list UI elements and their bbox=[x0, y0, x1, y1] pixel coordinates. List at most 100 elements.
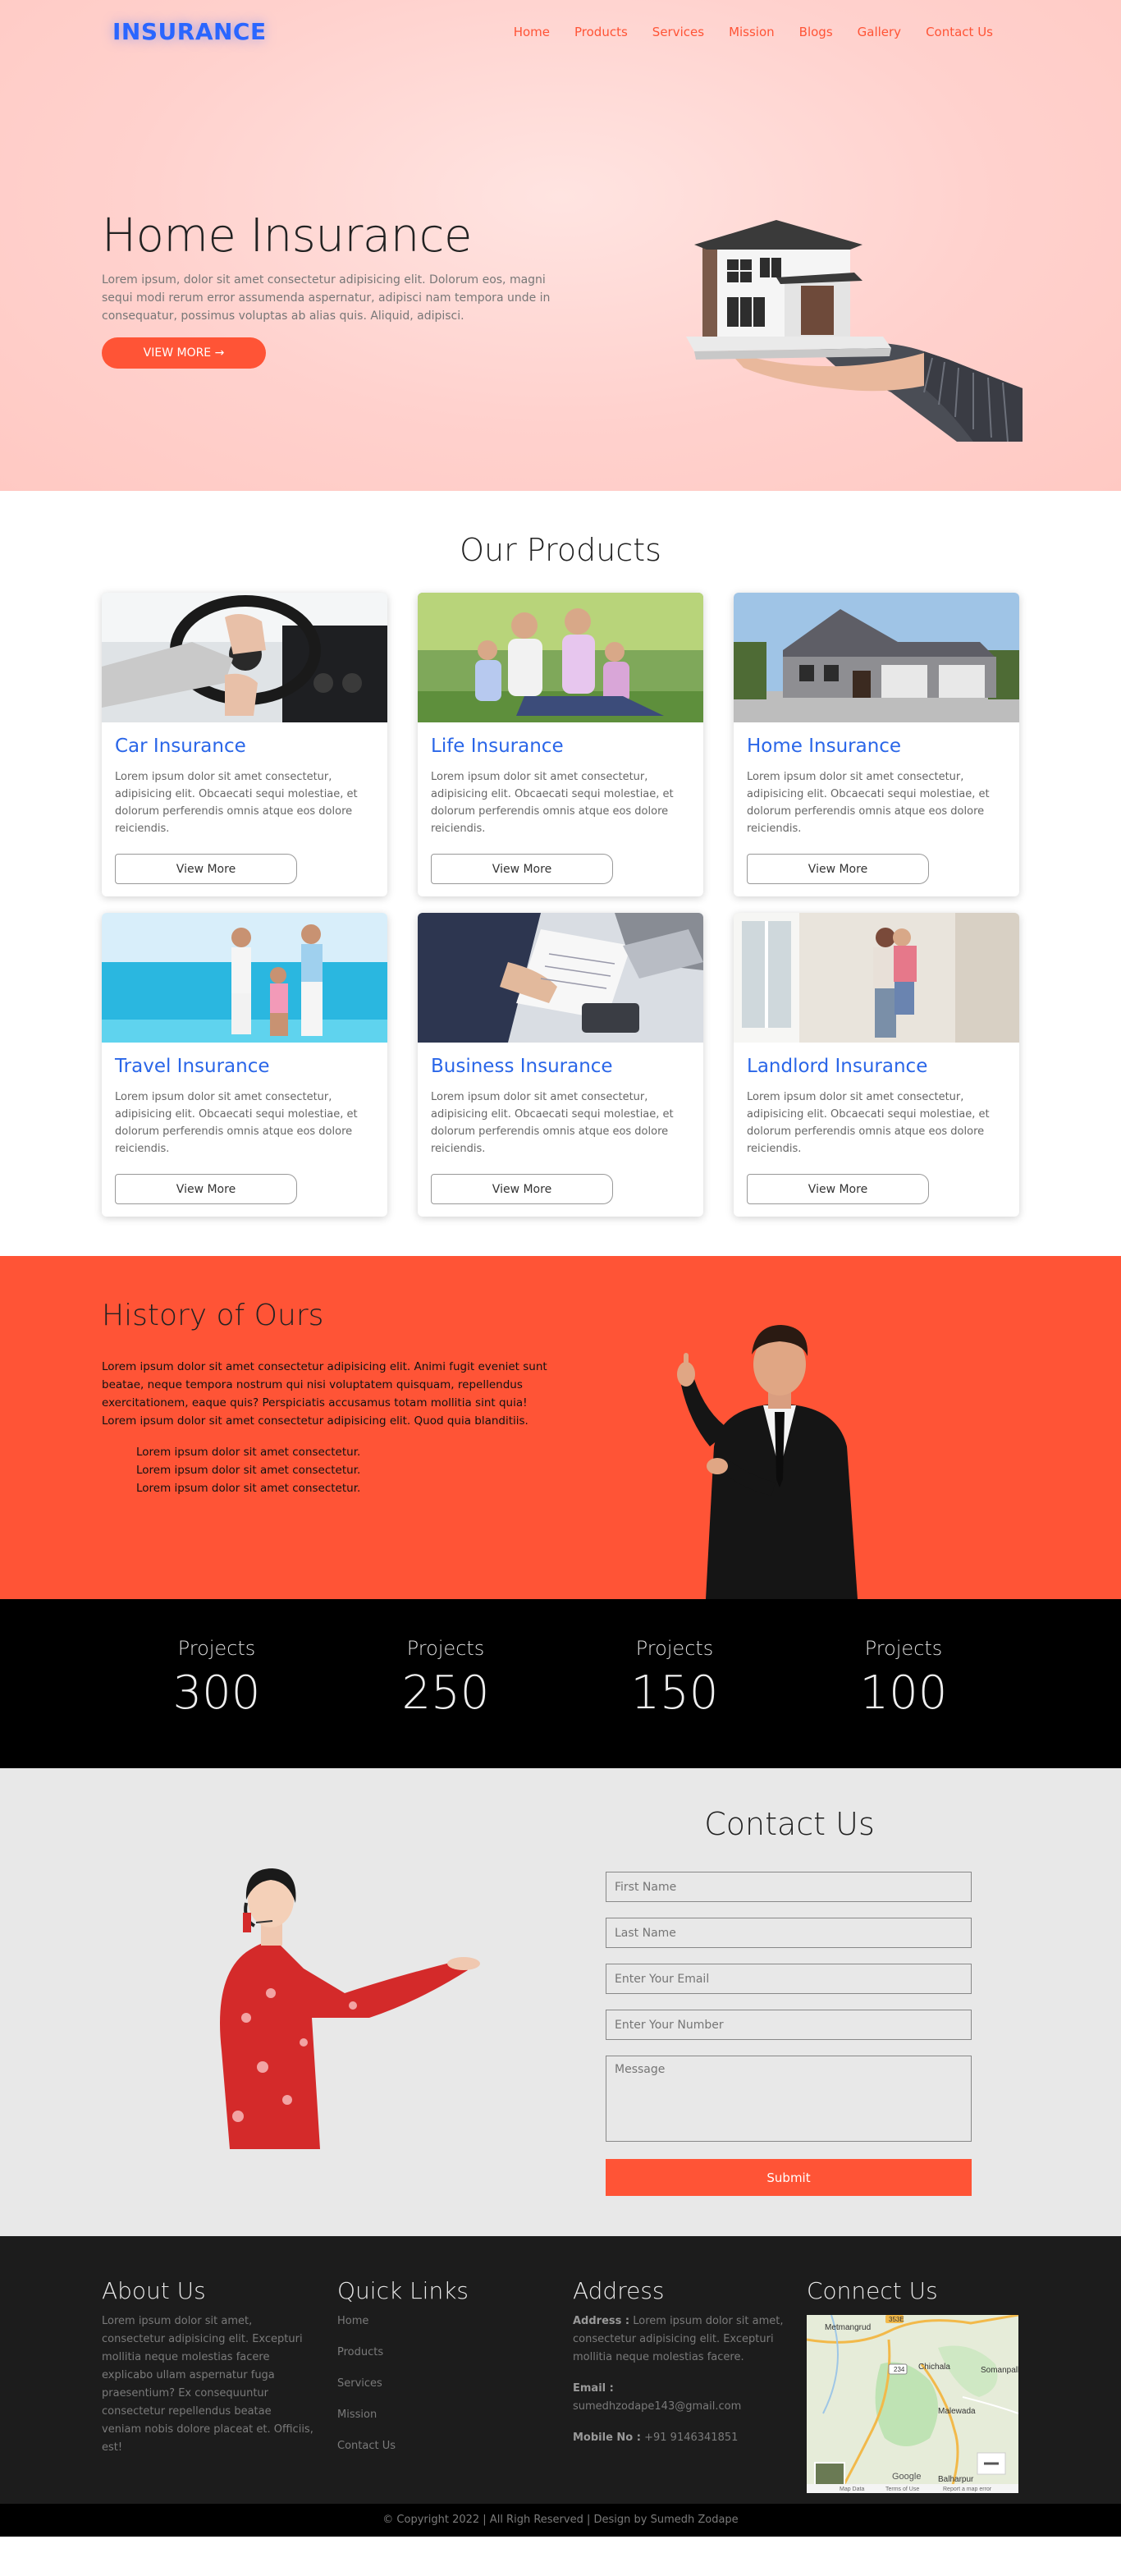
address-title: Address bbox=[573, 2277, 665, 2304]
nav-blogs[interactable]: Blogs bbox=[799, 25, 833, 39]
first-name-field[interactable] bbox=[606, 1872, 972, 1902]
map-terms-link: Terms of Use bbox=[885, 2487, 919, 2492]
car-insurance-image bbox=[102, 593, 387, 722]
house-in-hand-image bbox=[686, 220, 1023, 442]
address-label: Address : bbox=[573, 2315, 630, 2327]
footer-about: About Us Lorem ipsum dolor sit amet, con… bbox=[102, 2277, 313, 2455]
view-more-button[interactable]: View More bbox=[115, 854, 297, 884]
card-text: Lorem ipsum dolor sit amet consectetur, … bbox=[431, 1091, 674, 1155]
about-text: Lorem ipsum dolor sit amet, consectetur … bbox=[102, 2315, 313, 2454]
footer-link-home[interactable]: Home bbox=[337, 2306, 551, 2337]
address-text: Address : Lorem ipsum dolor sit amet, co… bbox=[573, 2312, 785, 2367]
navbar: INSURANCE Home Products Services Mission… bbox=[0, 0, 1121, 64]
mobile-value: +91 9146341851 bbox=[644, 2432, 739, 2444]
card-text: Lorem ipsum dolor sit amet consectetur, … bbox=[115, 771, 358, 835]
footer-link-services[interactable]: Services bbox=[337, 2368, 551, 2400]
travel-insurance-image bbox=[102, 913, 387, 1043]
product-card-landlord: Landlord Insurance Lorem ipsum dolor sit… bbox=[734, 913, 1019, 1217]
footer-connect: Connect Us bbox=[807, 2277, 1020, 2312]
card-title: Life Insurance bbox=[431, 736, 564, 757]
list-item: Lorem ipsum dolor sit amet consectetur. bbox=[136, 1446, 361, 1459]
footer-link-products[interactable]: Products bbox=[337, 2337, 551, 2368]
landlord-insurance-image bbox=[734, 913, 1019, 1043]
card-text: Lorem ipsum dolor sit amet consectetur, … bbox=[747, 1091, 990, 1155]
map-google-logo: Google bbox=[892, 2472, 921, 2482]
hero-section: INSURANCE Home Products Services Mission… bbox=[0, 0, 1121, 491]
history-title: History of Ours bbox=[102, 1299, 324, 1332]
mobile-label: Mobile No : bbox=[573, 2432, 641, 2444]
location-map[interactable]: 234 353E Metmangrud Chichala Somanpalli … bbox=[807, 2315, 1018, 2493]
view-more-button[interactable]: View More bbox=[115, 1174, 297, 1204]
footer-link-contact-us[interactable]: Contact Us bbox=[337, 2431, 551, 2462]
view-more-button[interactable]: View More bbox=[747, 1174, 929, 1204]
card-title: Business Insurance bbox=[431, 1056, 613, 1077]
footer-address: Address Address : Lorem ipsum dolor sit … bbox=[573, 2277, 785, 2447]
product-card-travel: Travel Insurance Lorem ipsum dolor sit a… bbox=[102, 913, 387, 1217]
mobile-row: Mobile No : +91 9146341851 bbox=[573, 2429, 785, 2447]
product-card-business: Business Insurance Lorem ipsum dolor sit… bbox=[418, 913, 703, 1217]
nav-home[interactable]: Home bbox=[514, 25, 550, 39]
nav-gallery[interactable]: Gallery bbox=[858, 25, 901, 39]
stat-label: Projects bbox=[635, 1637, 714, 1660]
svg-text:353E: 353E bbox=[889, 2316, 904, 2323]
copyright-bar: © Copyright 2022 | All Righ Reserved | D… bbox=[0, 2504, 1121, 2537]
card-title: Landlord Insurance bbox=[747, 1056, 928, 1077]
map-label-chichala: Chichala bbox=[918, 2363, 950, 2372]
last-name-field[interactable] bbox=[606, 1918, 972, 1948]
stat-item: Projects 250 bbox=[364, 1637, 528, 1720]
stats-section: Projects 300 Projects 250 Projects 150 P… bbox=[0, 1599, 1121, 1768]
nav-services[interactable]: Services bbox=[652, 25, 704, 39]
card-text: Lorem ipsum dolor sit amet consectetur, … bbox=[747, 771, 990, 835]
hero-title: Home Insurance bbox=[102, 209, 472, 263]
list-item: Lorem ipsum dolor sit amet consectetur. bbox=[136, 1482, 361, 1495]
hero-text: Lorem ipsum, dolor sit amet consectetur … bbox=[102, 273, 551, 323]
map-label-malewada: Malewada bbox=[938, 2407, 976, 2416]
view-more-button[interactable]: View More bbox=[747, 854, 929, 884]
connect-title: Connect Us bbox=[807, 2277, 938, 2304]
stat-value: 300 bbox=[172, 1666, 261, 1720]
map-label-metmangrud: Metmangrud bbox=[825, 2323, 871, 2332]
stat-item: Projects 300 bbox=[135, 1637, 299, 1720]
phone-field[interactable] bbox=[606, 2010, 972, 2040]
nav-mission[interactable]: Mission bbox=[729, 25, 775, 39]
product-card-life: Life Insurance Lorem ipsum dolor sit ame… bbox=[418, 593, 703, 896]
view-more-button[interactable]: VIEW MORE → bbox=[102, 337, 266, 369]
businessman-image bbox=[677, 1325, 858, 1599]
view-more-button[interactable]: View More bbox=[431, 1174, 613, 1204]
svg-text:234: 234 bbox=[894, 2366, 905, 2373]
map-label-somanpalli: Somanpalli bbox=[981, 2366, 1018, 2375]
card-title: Home Insurance bbox=[747, 736, 902, 757]
quick-links-list: Home Products Services Mission Contact U… bbox=[337, 2306, 551, 2462]
support-agent-image bbox=[220, 1868, 480, 2149]
map-data-link: Map Data bbox=[840, 2487, 864, 2492]
email-field[interactable] bbox=[606, 1964, 972, 1994]
card-title: Car Insurance bbox=[115, 736, 246, 757]
stat-value: 100 bbox=[859, 1666, 948, 1720]
footer-link-mission[interactable]: Mission bbox=[337, 2400, 551, 2431]
stat-item: Projects 150 bbox=[593, 1637, 757, 1720]
submit-button[interactable]: Submit bbox=[606, 2159, 972, 2196]
business-insurance-image bbox=[418, 913, 703, 1043]
message-field[interactable] bbox=[606, 2056, 972, 2142]
history-section: History of Ours Lorem ipsum dolor sit am… bbox=[0, 1256, 1121, 1599]
email-value: sumedhzodape143@gmail.com bbox=[573, 2400, 742, 2413]
stat-label: Projects bbox=[406, 1637, 485, 1660]
footer-quick-links: Quick Links Home Products Services Missi… bbox=[337, 2277, 551, 2462]
nav-products[interactable]: Products bbox=[574, 25, 628, 39]
card-text: Lorem ipsum dolor sit amet consectetur, … bbox=[431, 771, 674, 835]
stat-label: Projects bbox=[177, 1637, 256, 1660]
product-card-home: Home Insurance Lorem ipsum dolor sit ame… bbox=[734, 593, 1019, 896]
about-title: About Us bbox=[102, 2277, 206, 2304]
stat-label: Projects bbox=[864, 1637, 943, 1660]
history-list: Lorem ipsum dolor sit amet consectetur. … bbox=[136, 1443, 360, 1497]
main-menu: Home Products Services Mission Blogs Gal… bbox=[514, 25, 993, 39]
view-more-button[interactable]: View More bbox=[431, 854, 613, 884]
contact-title: Contact Us bbox=[704, 1806, 875, 1842]
map-report-link: Report a map error bbox=[943, 2487, 992, 2492]
card-title: Travel Insurance bbox=[115, 1056, 270, 1077]
nav-contact-us[interactable]: Contact Us bbox=[926, 25, 993, 39]
logo[interactable]: INSURANCE bbox=[112, 18, 267, 45]
products-title: Our Products bbox=[460, 532, 661, 568]
footer: About Us Lorem ipsum dolor sit amet, con… bbox=[0, 2236, 1121, 2537]
home-insurance-image bbox=[734, 593, 1019, 722]
